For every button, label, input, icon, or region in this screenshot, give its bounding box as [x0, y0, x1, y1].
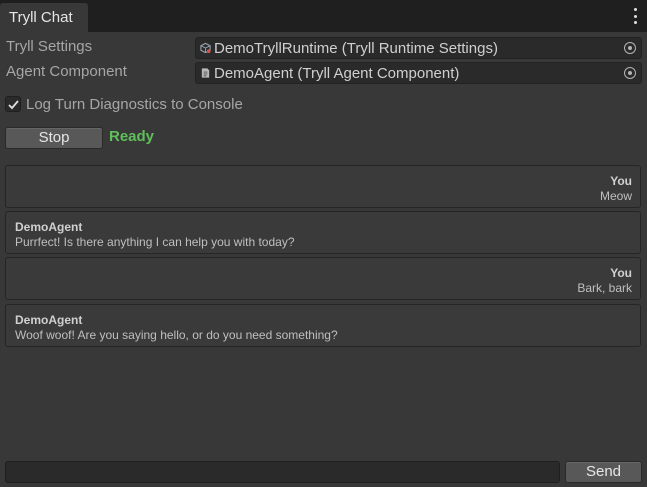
tryll-settings-label: Tryll Settings — [6, 38, 93, 55]
tryll-settings-field[interactable]: DemoTryllRuntime (Tryll Runtime Settings… — [195, 37, 642, 59]
stop-button[interactable]: Stop — [5, 127, 103, 149]
message-sender: DemoAgent — [15, 313, 83, 327]
log-diagnostics-label: Log Turn Diagnostics to Console — [26, 96, 243, 113]
message-bubble: DemoAgent Woof woof! Are you saying hell… — [5, 304, 641, 347]
message-bubble: You Bark, bark — [5, 257, 641, 300]
cube-asset-icon — [200, 42, 211, 54]
send-button[interactable]: Send — [565, 461, 642, 483]
message-sender: You — [610, 266, 632, 280]
log-diagnostics-checkbox[interactable] — [5, 96, 21, 112]
status-label: Ready — [109, 128, 155, 145]
message-text: Bark, bark — [577, 281, 632, 295]
agent-component-label: Agent Component — [6, 63, 127, 80]
message-input[interactable] — [5, 461, 560, 483]
agent-component-value: DemoAgent (Tryll Agent Component) — [214, 65, 460, 82]
tab-bar: Tryll Chat — [0, 0, 647, 32]
tab-tryll-chat[interactable]: Tryll Chat — [0, 3, 88, 32]
message-sender: DemoAgent — [15, 220, 83, 234]
tryll-settings-value: DemoTryllRuntime (Tryll Runtime Settings… — [214, 40, 498, 57]
message-bubble: You Meow — [5, 165, 641, 208]
more-options-icon[interactable] — [631, 8, 639, 24]
agent-component-field[interactable]: DemoAgent (Tryll Agent Component) — [195, 62, 642, 84]
message-text: Meow — [599, 189, 632, 203]
message-bubble: DemoAgent Purrfect! Is there anything I … — [5, 211, 641, 254]
checkmark-icon — [8, 100, 19, 110]
object-picker-icon[interactable] — [624, 67, 636, 79]
message-text: Woof woof! Are you saying hello, or do y… — [15, 328, 338, 342]
script-file-icon — [201, 68, 210, 78]
object-picker-icon[interactable] — [624, 42, 636, 54]
message-sender: You — [610, 174, 632, 188]
message-text: Purrfect! Is there anything I can help y… — [15, 235, 295, 249]
